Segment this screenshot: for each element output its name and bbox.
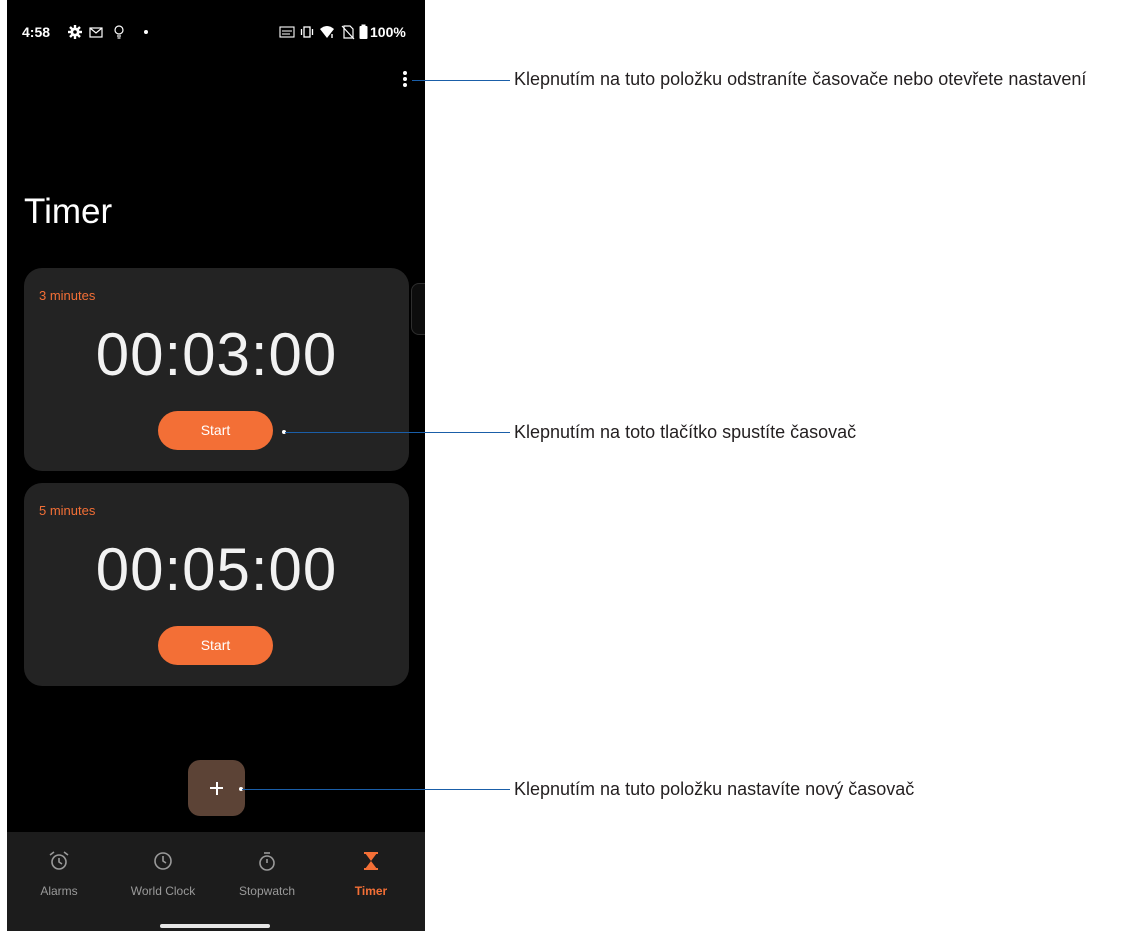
vibrate-icon (300, 26, 314, 38)
nav-item-timer[interactable]: Timer (319, 832, 423, 912)
gesture-bar[interactable] (160, 924, 270, 928)
page-title: Timer (24, 192, 113, 231)
no-sim-icon (341, 25, 355, 40)
wifi-icon (320, 26, 334, 38)
mail-icon (89, 27, 103, 38)
timer-card[interactable]: 5 minutes 00:05:00 Start (24, 483, 409, 686)
hourglass-icon (364, 852, 378, 870)
status-bar: 4:58 100% (7, 0, 425, 64)
battery-percent: 100% (370, 24, 406, 40)
nav-label: Stopwatch (238, 884, 296, 898)
add-timer-button[interactable] (188, 760, 245, 816)
clock-icon (154, 852, 172, 870)
nav-item-stopwatch[interactable]: Stopwatch (215, 832, 319, 912)
timer-label: 5 minutes (39, 503, 96, 518)
kebab-dot (403, 71, 407, 75)
bottom-navigation: Alarms World Clock Stopwatch Timer (7, 832, 425, 931)
callout-menu-text: Klepnutím na tuto položku odstraníte čas… (514, 69, 1087, 89)
timer-time: 00:03:00 (95, 321, 338, 388)
stopwatch-icon (259, 852, 275, 871)
start-button[interactable]: Start (158, 411, 273, 450)
nav-item-world-clock[interactable]: World Clock (111, 832, 215, 912)
alarm-icon (49, 851, 69, 870)
next-page-peek[interactable] (411, 283, 425, 335)
timer-card[interactable]: 3 minutes 00:03:00 Start (24, 268, 409, 471)
callout-start-text: Klepnutím na toto tlačítko spustíte časo… (514, 422, 857, 442)
nav-label: World Clock (130, 884, 196, 898)
callout-line (412, 80, 510, 81)
nav-label: Alarms (40, 884, 78, 898)
timer-time: 00:05:00 (95, 536, 338, 603)
phone-screen: 4:58 100% Timer 3 minutes 00:03:00 Start… (7, 0, 425, 931)
callout-line (242, 789, 510, 790)
status-time: 4:58 (22, 24, 51, 40)
nav-item-alarms[interactable]: Alarms (7, 832, 111, 912)
kebab-dot (403, 83, 407, 87)
page: 4:58 100% Timer 3 minutes 00:03:00 Start… (0, 0, 1135, 931)
start-button[interactable]: Start (158, 626, 273, 665)
bulb-icon (114, 25, 124, 39)
dot-icon (144, 30, 148, 34)
kebab-dot (403, 77, 407, 81)
callout-line (285, 432, 510, 433)
settings-icon (68, 25, 82, 39)
volte-icon (279, 26, 295, 38)
more-vert-icon[interactable] (392, 64, 420, 94)
timer-label: 3 minutes (39, 288, 96, 303)
callout-add-text: Klepnutím na tuto položku nastavíte nový… (514, 779, 915, 799)
battery-icon (359, 24, 368, 39)
plus-icon (215, 781, 218, 795)
nav-label: Timer (354, 884, 388, 898)
